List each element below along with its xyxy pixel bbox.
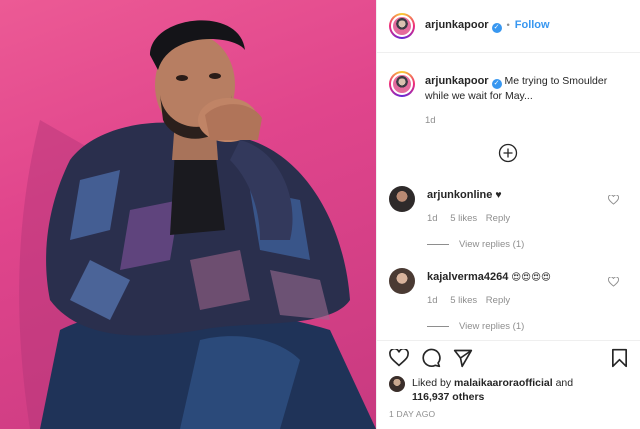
view-replies-label: View replies (1): [459, 321, 525, 332]
comment-time: 1d: [427, 213, 438, 224]
heart-icon[interactable]: [608, 277, 619, 287]
comment-avatar[interactable]: [389, 186, 415, 212]
reply-button[interactable]: Reply: [486, 295, 510, 306]
comment-likes[interactable]: 5 likes: [450, 295, 477, 306]
author-username[interactable]: arjunkapoor: [425, 19, 489, 31]
view-replies-line: [427, 325, 449, 327]
liker-avatar[interactable]: [389, 376, 405, 392]
reply-button[interactable]: Reply: [486, 213, 510, 224]
post-photo[interactable]: [0, 0, 376, 429]
comment-bubble-icon[interactable]: [421, 348, 441, 368]
header-separator: •: [506, 20, 510, 31]
view-replies-label: View replies (1): [459, 239, 525, 250]
view-replies-line: [427, 243, 449, 245]
liked-by-and: and: [555, 377, 574, 389]
comment-2: kajalverma4264 😍😍😍😍: [427, 271, 551, 283]
caption-username[interactable]: arjunkapoor: [425, 75, 489, 87]
liked-by-others[interactable]: 116,937 others: [412, 391, 484, 403]
liked-by: Liked by malaikaaroraofficial and 116,93…: [412, 376, 573, 404]
view-replies-button[interactable]: View replies (1): [427, 321, 524, 332]
author-avatar[interactable]: [389, 13, 415, 39]
heart-icon[interactable]: [608, 195, 619, 205]
like-heart-icon[interactable]: [389, 349, 409, 367]
bookmark-icon[interactable]: [611, 348, 628, 368]
caption-time: 1d: [425, 115, 436, 126]
comment-1: arjunkonline ♥: [427, 189, 502, 201]
post-header: arjunkapoor ✓ • Follow: [377, 0, 640, 53]
comment-meta: 1d 5 likes Reply: [427, 213, 510, 224]
caption: arjunkapoor ✓ Me trying to Smoulder while…: [425, 74, 625, 104]
instagram-post-view: arjunkapoor ✓ • Follow arjunkapoor ✓ Me tr…: [0, 0, 640, 429]
comment-meta: 1d 5 likes Reply: [427, 295, 510, 306]
comment-time: 1d: [427, 295, 438, 306]
comment-likes[interactable]: 5 likes: [450, 213, 477, 224]
view-replies-button[interactable]: View replies (1): [427, 239, 524, 250]
post-photo-illustration: [19, 20, 376, 429]
comment-username[interactable]: arjunkonline: [427, 189, 492, 201]
post-timestamp[interactable]: 1 DAY AGO: [389, 409, 435, 419]
post-side-panel: arjunkapoor ✓ • Follow arjunkapoor ✓ Me tr…: [376, 0, 640, 429]
verified-badge-icon: ✓: [491, 79, 502, 89]
post-actions: Liked by malaikaaroraofficial and 116,93…: [377, 340, 640, 429]
comment-avatar[interactable]: [389, 268, 415, 294]
comment-username[interactable]: kajalverma4264: [427, 271, 508, 283]
follow-button[interactable]: Follow: [515, 19, 550, 31]
share-paper-plane-icon[interactable]: [453, 348, 473, 368]
plus-circle-icon[interactable]: [498, 143, 518, 163]
liked-by-prefix: Liked by: [412, 377, 452, 389]
comment-text: 😍😍😍😍: [511, 272, 551, 283]
verified-badge-icon: ✓: [491, 23, 502, 33]
liked-by-user[interactable]: malaikaaroraofficial: [454, 377, 553, 389]
caption-avatar[interactable]: [389, 71, 415, 97]
comment-text: ♥: [495, 189, 502, 201]
